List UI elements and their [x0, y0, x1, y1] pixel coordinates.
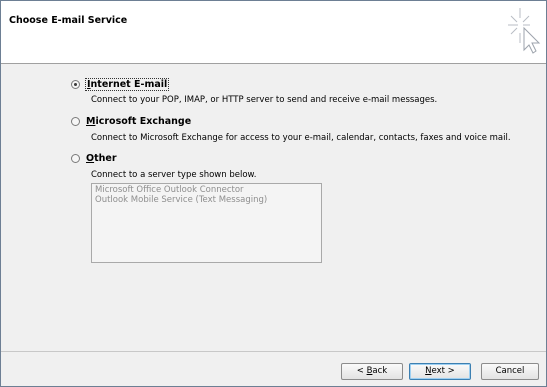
wizard-header: Choose E-mail Service [1, 1, 546, 64]
other-label[interactable]: Other [86, 153, 117, 164]
next-button[interactable]: Next > [409, 363, 471, 380]
internet-email-description: Connect to your POP, IMAP, or HTTP serve… [91, 95, 438, 105]
internet-email-label[interactable]: Internet E-mail [84, 78, 170, 91]
internet-email-option[interactable]: Internet E-mail [71, 78, 170, 91]
page-title: Choose E-mail Service [9, 15, 128, 26]
back-button[interactable]: < Back [341, 363, 403, 380]
microsoft-exchange-option[interactable]: Microsoft Exchange [71, 116, 191, 127]
microsoft-exchange-label[interactable]: Microsoft Exchange [86, 116, 191, 127]
microsoft-exchange-radio[interactable] [71, 117, 80, 126]
other-option[interactable]: Other [71, 153, 117, 164]
footer-divider [1, 351, 546, 352]
other-radio[interactable] [71, 154, 80, 163]
other-description: Connect to a server type shown below. [91, 170, 257, 180]
dialog-window: Choose E-mail Service Internet E-mail Co… [0, 0, 547, 387]
list-item[interactable]: Outlook Mobile Service (Text Messaging) [95, 195, 318, 205]
cursor-sparkle-icon [508, 8, 541, 54]
server-type-listbox[interactable]: Microsoft Office Outlook Connector Outlo… [91, 183, 322, 263]
cancel-button[interactable]: Cancel [481, 363, 539, 380]
microsoft-exchange-description: Connect to Microsoft Exchange for access… [91, 133, 511, 143]
list-item[interactable]: Microsoft Office Outlook Connector [95, 185, 318, 195]
internet-email-radio[interactable] [71, 80, 80, 89]
